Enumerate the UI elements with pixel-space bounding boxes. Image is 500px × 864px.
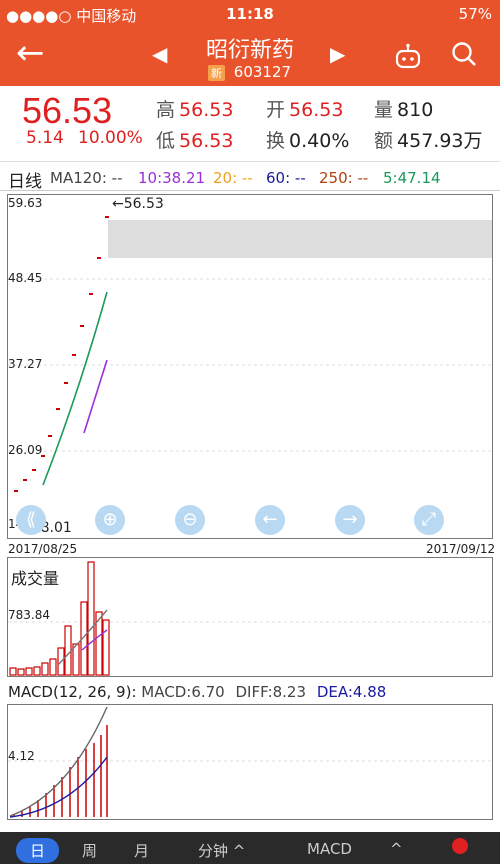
fullscreen-icon[interactable]: ⤢: [414, 505, 444, 535]
volume-bars: [9, 561, 110, 676]
zoom-out-icon[interactable]: ⊖: [175, 505, 205, 535]
volume-bar: [102, 619, 110, 676]
tab-month[interactable]: 月: [134, 840, 149, 861]
scroll-right-icon[interactable]: →: [335, 505, 365, 535]
dea-line: [9, 756, 108, 818]
stock-nav-bar: ← ◀ 昭衍新药 ▶ 新 603127: [0, 28, 500, 86]
volume-bar: [87, 561, 95, 676]
notification-dot-icon[interactable]: [452, 838, 468, 854]
turnover-cell: 换 0.40%: [266, 130, 350, 152]
volume-cell: 量 810: [374, 99, 434, 121]
price-change-pct: 10.00%: [78, 128, 143, 148]
kline-svg: [8, 216, 492, 492]
macd-legend: MACD(12, 26, 9): MACD:6.70 DIFF:8.23 DEA…: [8, 683, 386, 701]
search-icon[interactable]: [450, 40, 478, 68]
turnover-value: 0.40%: [289, 130, 350, 152]
low-cell: 低 56.53: [156, 130, 234, 152]
new-listing-badge: 新: [208, 65, 225, 81]
price-change: 5.14: [26, 128, 64, 148]
volume-bar: [33, 666, 41, 676]
volume-bar: [9, 667, 17, 676]
volume-svg: [8, 561, 492, 676]
ma-legend: 日线 MA120: -- 10:38.21 20: -- 60: -- 250:…: [0, 163, 500, 192]
volume-bar: [25, 667, 33, 676]
stock-code-row: 新 603127: [208, 63, 291, 81]
quote-panel: 56.53 5.14 10.00% 高 56.53 开 56.53 量 810 低 56…: [0, 86, 500, 162]
diff-value: DIFF:8.23: [235, 683, 307, 701]
y-tick-2: 48.45: [8, 271, 43, 285]
stock-code: 603127: [233, 63, 292, 81]
amount-value: 457.93万: [397, 130, 483, 152]
ma20-label: 20: --: [213, 169, 253, 187]
kline-chart[interactable]: 59.63 48.45 37.27 26.09 14.91 ←56.53 ←18…: [7, 194, 493, 539]
ma120-label: MA120: --: [50, 169, 123, 187]
volume-bar: [17, 668, 25, 676]
scroll-left-icon[interactable]: ←: [255, 505, 285, 535]
macd-histogram: [13, 725, 108, 817]
max-price-marker: ←56.53: [112, 196, 164, 212]
macd-svg: [8, 706, 492, 818]
date-end: 2017/09/12: [426, 542, 496, 556]
collapse-icon[interactable]: ⟪: [16, 505, 46, 535]
volume-chart[interactable]: 成交量 783.84: [7, 557, 493, 677]
date-start: 2017/08/25: [8, 542, 78, 556]
tab-day[interactable]: 日: [16, 838, 60, 863]
battery-label: 57%: [458, 5, 492, 23]
volume-value: 810: [397, 99, 434, 121]
ma5-label: 5:47.14: [383, 169, 441, 187]
bottom-tab-bar: 日 周 月 分钟 ^ MACD ^: [0, 832, 500, 864]
tab-minute[interactable]: 分钟 ^: [198, 840, 245, 861]
macd-chart[interactable]: 4.12: [7, 704, 493, 820]
high-value: 56.53: [179, 99, 234, 121]
stock-name: 昭衍新药: [205, 38, 294, 63]
status-bar: ●●●●○ 中国移动 11:18 57%: [0, 0, 500, 28]
dea-value: DEA:4.88: [316, 683, 387, 701]
y-tick-4: 26.09: [8, 443, 43, 457]
open-value: 56.53: [289, 99, 344, 121]
macd-title: MACD(12, 26, 9):: [8, 683, 137, 701]
volume-bar: [49, 658, 57, 676]
next-stock-icon[interactable]: ▶: [330, 42, 345, 66]
tab-expand[interactable]: ^: [390, 840, 403, 858]
volume-bar: [64, 625, 72, 676]
clock: 11:18: [226, 5, 274, 23]
low-value: 56.53: [179, 130, 234, 152]
zoom-in-icon[interactable]: ⊕: [95, 505, 125, 535]
tab-week[interactable]: 周: [82, 840, 97, 861]
open-cell: 开 56.53: [266, 99, 344, 121]
ma10-label: 10:38.21: [138, 169, 206, 187]
y-tick-max: 59.63: [8, 196, 43, 210]
volume-bar: [41, 662, 49, 676]
high-cell: 高 56.53: [156, 99, 234, 121]
macd-value: MACD:6.70: [141, 683, 225, 701]
last-price: 56.53: [22, 90, 113, 131]
ma10-line: [83, 359, 108, 434]
ma250-label: 250: --: [319, 169, 369, 187]
ma60-label: 60: --: [266, 169, 306, 187]
robot-assistant-icon[interactable]: [393, 42, 423, 72]
y-tick-3: 37.27: [8, 357, 43, 371]
tab-indicator[interactable]: MACD: [307, 840, 352, 858]
price-highlight-band: [108, 220, 492, 258]
amount-cell: 额 457.93万: [374, 130, 483, 152]
period-label[interactable]: 日线: [8, 167, 42, 192]
